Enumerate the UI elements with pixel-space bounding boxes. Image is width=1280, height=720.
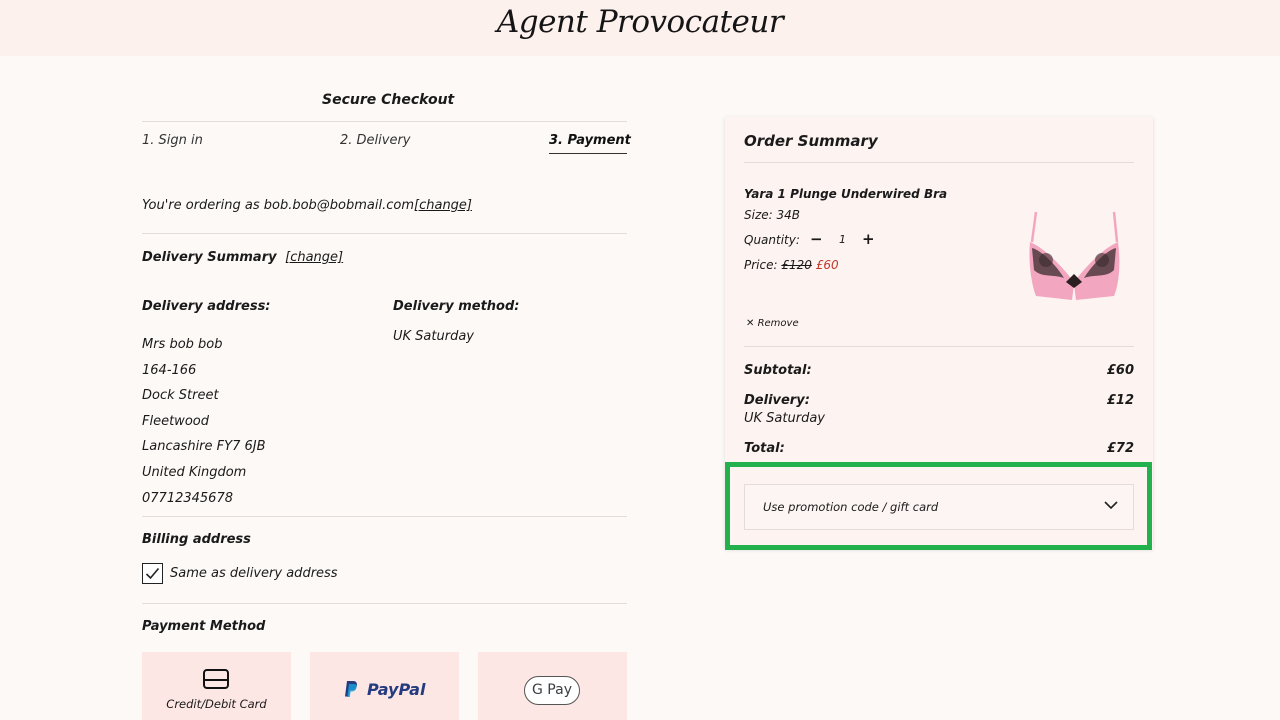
card-option-label: Credit/Debit Card [166,697,267,711]
change-account-link[interactable]: [change] [414,198,472,213]
divider [142,121,627,122]
paypal-icon [345,681,357,697]
price-row: Price: £120 £60 [744,258,839,272]
delivery-method-label: Delivery method: [393,299,520,314]
subtotal-value: £60 [1106,363,1134,378]
promo-highlight-frame [725,462,1152,550]
ordering-as-email: You're ordering as bob.bob@bobmail.com [142,198,415,213]
address-city: Fleetwood [142,413,209,429]
quantity-increase-button[interactable]: + [862,230,875,248]
total-label: Total: [744,441,785,456]
checkout-title: Secure Checkout [322,92,455,108]
payment-option-gpay[interactable]: G Pay [478,652,627,720]
site-header: Agent Provocateur [0,0,1280,56]
order-summary-title: Order Summary [744,132,878,150]
delivery-address-label: Delivery address: [142,299,271,314]
address-line2: Dock Street [142,388,219,404]
divider [744,162,1134,163]
change-delivery-link[interactable]: [change] [285,250,343,265]
step-delivery[interactable]: 2. Delivery [340,133,411,148]
address-country: United Kingdom [142,464,247,480]
remove-label: Remove [757,318,799,329]
quantity-value: 1 [839,233,846,246]
quantity-decrease-button[interactable]: − [810,230,823,248]
delivery-method-value: UK Saturday [393,329,474,344]
product-name[interactable]: Yara 1 Plunge Underwired Bra [744,187,947,201]
address-name: Mrs bob bob [142,337,223,352]
delivery-summary-label: Delivery Summary [142,250,277,265]
billing-address-title: Billing address [142,532,251,547]
product-size: Size: 34B [744,208,800,222]
address-county: Lancashire FY7 6JB [142,439,266,455]
divider [744,346,1134,347]
delivery-value: £12 [1106,393,1134,408]
checkmark-icon [145,567,160,580]
google-pay-logo: G Pay [524,676,580,705]
divider [142,516,627,517]
price-label: Price: [744,258,778,272]
address-line1: 164-166 [142,362,197,378]
delivery-label: Delivery: [744,393,810,408]
payment-option-card[interactable]: Credit/Debit Card [142,652,291,720]
remove-item-button[interactable]: ✕ Remove [746,318,799,329]
payment-option-paypal[interactable]: PayPal [310,652,459,720]
divider [142,233,627,234]
quantity-label: Quantity: [744,233,800,247]
same-as-delivery-label[interactable]: Same as delivery address [170,566,338,581]
card-icon [203,669,229,689]
paypal-logo: PayPal [367,680,426,699]
ordering-as-text: You're ordering as bob.bob@bobmail.com[c… [142,198,472,213]
divider [142,603,627,604]
total-value: £72 [1106,441,1134,456]
same-as-delivery-checkbox[interactable] [142,563,163,584]
delivery-address-block: Mrs bob bob 164-166 Dock Street Fleetwoo… [142,332,266,511]
payment-method-title: Payment Method [142,619,266,634]
delivery-method: UK Saturday [744,411,825,426]
step-sign-in[interactable]: 1. Sign in [142,133,203,148]
price-original: £120 [781,258,812,272]
price-sale: £60 [815,258,839,272]
step-payment[interactable]: 3. Payment [549,133,631,148]
product-image[interactable] [1024,208,1124,304]
close-icon: ✕ [746,318,755,329]
delivery-summary-title: Delivery Summary [change] [142,250,343,265]
active-step-indicator [549,153,627,154]
address-phone: 07712345678 [142,490,233,506]
brand-logo[interactable]: Agent Provocateur [0,4,1280,40]
subtotal-label: Subtotal: [744,363,812,378]
